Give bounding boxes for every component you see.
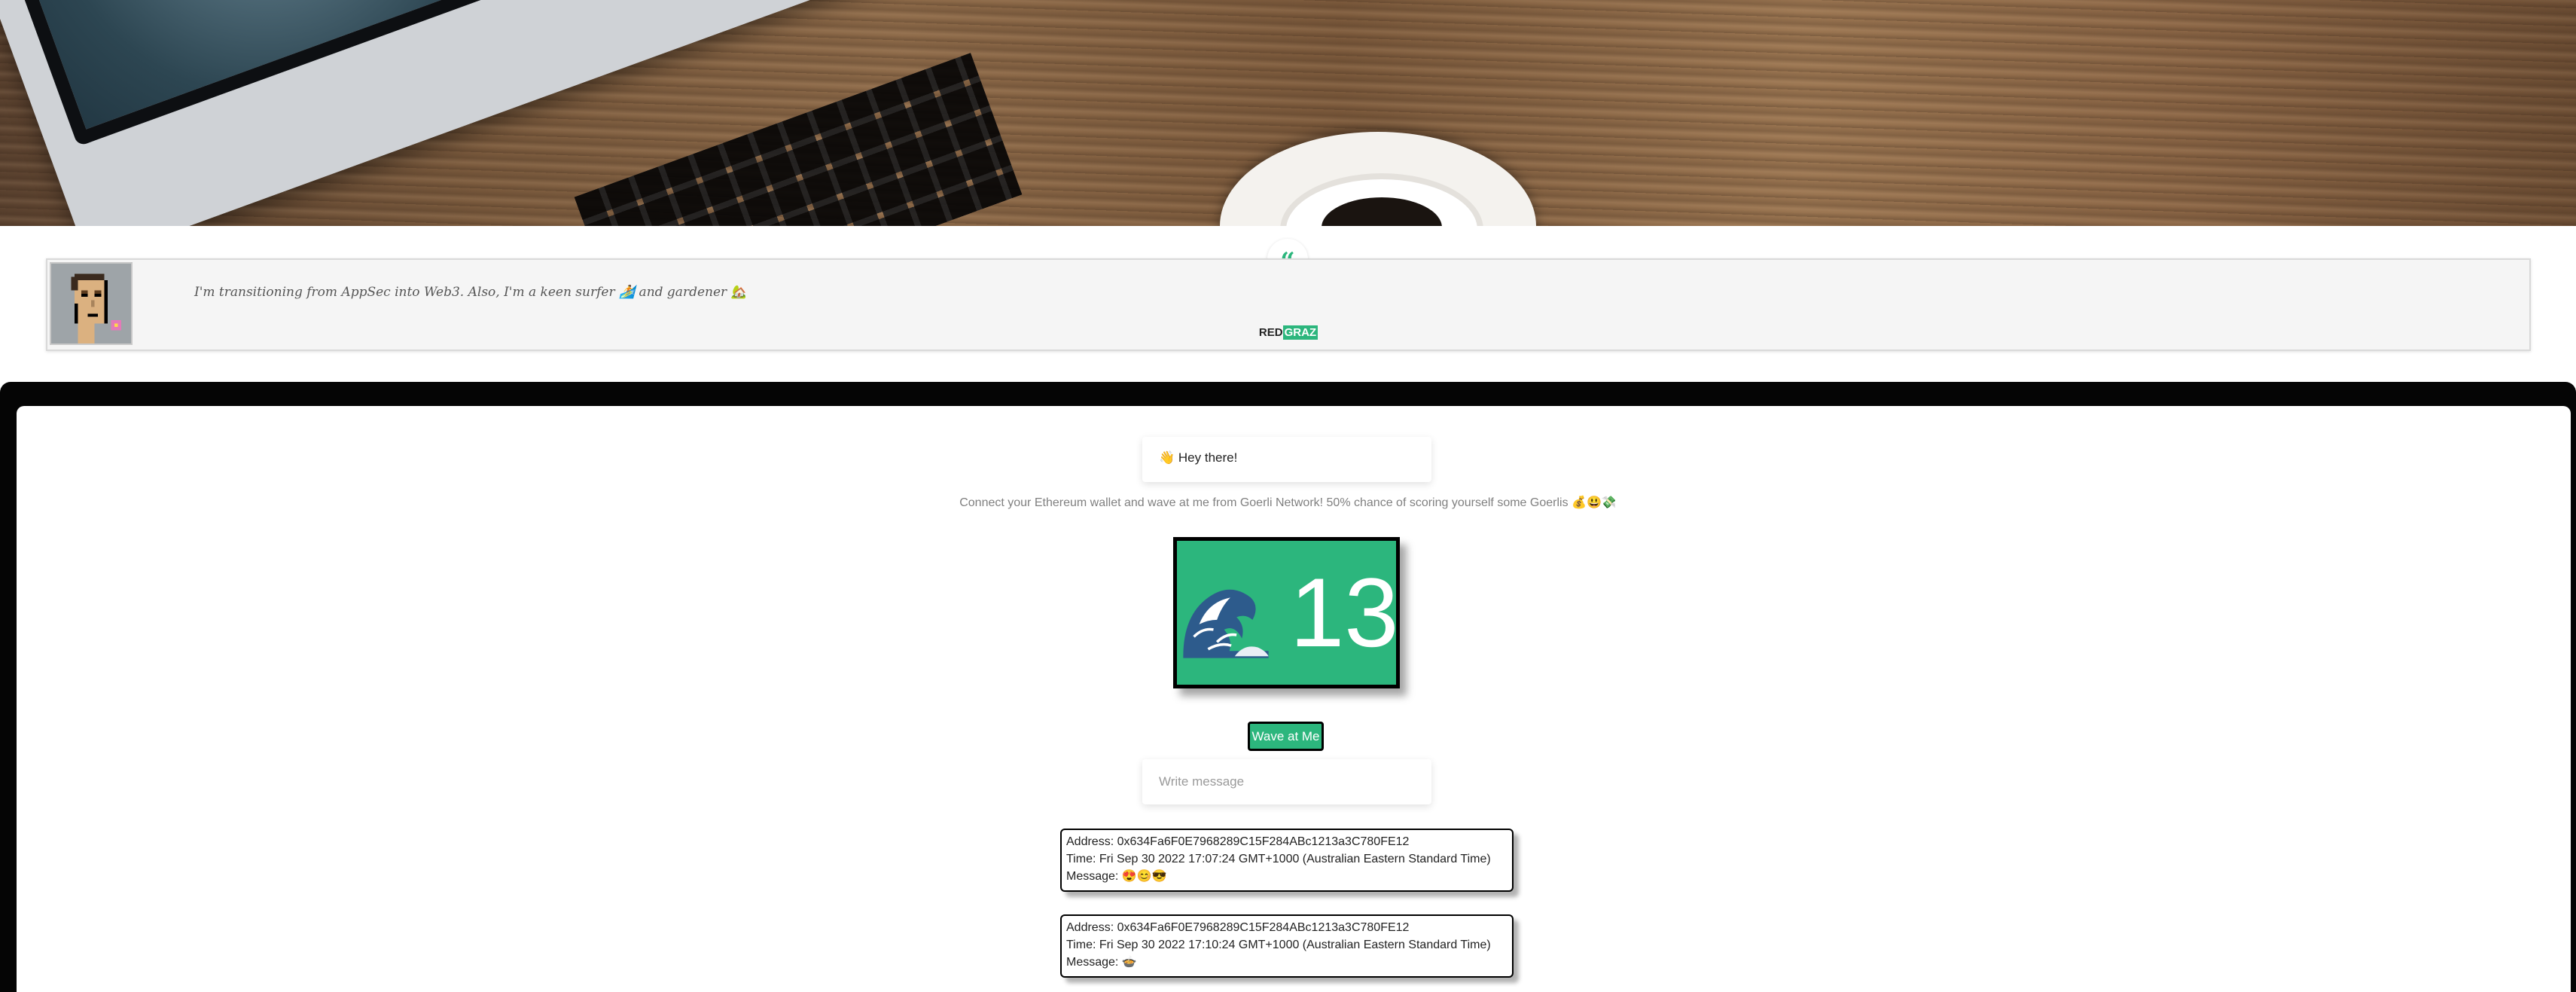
main-panel xyxy=(17,406,2571,992)
wave-entry: Address: 0x634Fa6F0E7968289C15F284ABc121… xyxy=(1060,829,1514,892)
hero-banner-image xyxy=(0,0,2576,226)
author-name-highlight: GRAZ xyxy=(1282,325,1318,340)
wave-entry-time: Time: Fri Sep 30 2022 17:10:24 GMT+1000 … xyxy=(1066,939,1491,951)
author-name-prefix: RED xyxy=(1258,326,1283,339)
subtitle: Connect your Ethereum wallet and wave at… xyxy=(959,496,1617,509)
wave-entry-message: Message: 🍲 xyxy=(1066,956,1137,969)
author-name: RED GRAZ xyxy=(47,325,2529,340)
wave-count: 13 xyxy=(1290,557,1399,667)
message-input[interactable] xyxy=(1142,759,1431,804)
greeting-card: 👋 Hey there! xyxy=(1142,437,1431,482)
wave-entry: Address: 0x634Fa6F0E7968289C15F284ABc121… xyxy=(1060,914,1514,978)
wave-entry-address: Address: 0x634Fa6F0E7968289C15F284ABc121… xyxy=(1066,835,1410,848)
wave-counter: 13 xyxy=(1173,537,1400,688)
wave-icon xyxy=(1181,571,1270,660)
bio-text: I'm transitioning from AppSec into Web3.… xyxy=(194,285,747,300)
bio-quote-card: I'm transitioning from AppSec into Web3.… xyxy=(46,258,2531,351)
wave-entry-address: Address: 0x634Fa6F0E7968289C15F284ABc121… xyxy=(1066,921,1410,934)
wave-at-me-button[interactable]: Wave at Me xyxy=(1248,722,1324,751)
wave-entry-time: Time: Fri Sep 30 2022 17:07:24 GMT+1000 … xyxy=(1066,853,1491,865)
wave-entry-message: Message: 😍😊😎 xyxy=(1066,870,1167,883)
greeting-text: 👋 Hey there! xyxy=(1159,450,1238,465)
